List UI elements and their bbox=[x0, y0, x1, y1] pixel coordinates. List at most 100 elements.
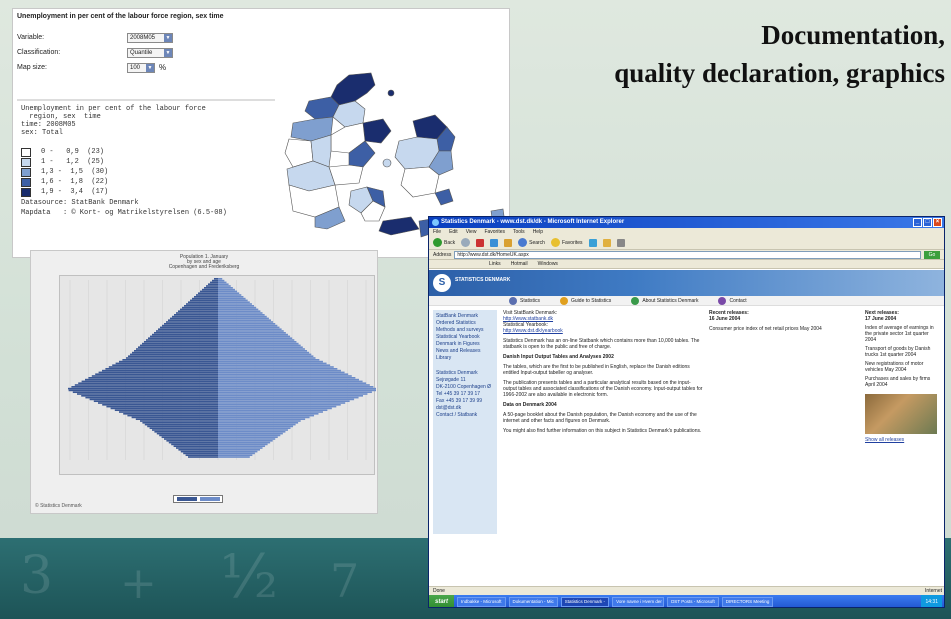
left-nav-item[interactable]: Tel +45 39 17 39 17 bbox=[436, 391, 494, 398]
next-release-item[interactable]: Purchases and sales by firms April 2004 bbox=[865, 376, 941, 388]
taskbar-item[interactable]: Indbakke - Microsoft bbox=[457, 597, 506, 607]
pyramid-bar-men bbox=[81, 395, 218, 397]
left-nav-item[interactable]: Sejrøgade 11 bbox=[436, 377, 494, 384]
start-button[interactable]: start bbox=[429, 595, 455, 607]
map-size-unit: % bbox=[159, 63, 167, 72]
link-hotmail[interactable]: Hotmail bbox=[511, 261, 528, 267]
form-row-classification: Classification: Quantile ▼ bbox=[17, 46, 267, 59]
show-all-releases-link[interactable]: Show all releases bbox=[865, 437, 941, 443]
maximize-button[interactable]: □ bbox=[923, 218, 932, 227]
pyramid-bar-women bbox=[218, 423, 296, 426]
map-size-select[interactable]: 100 ▼ bbox=[127, 62, 155, 73]
pyramid-bar-women bbox=[218, 346, 303, 349]
site-nav-about[interactable]: About Statistics Denmark bbox=[631, 296, 698, 305]
variable-select[interactable]: 2008M05 ▼ bbox=[127, 32, 173, 43]
close-button[interactable]: × bbox=[933, 218, 942, 227]
pyramid-bar-men bbox=[212, 279, 218, 282]
next-release-item[interactable]: New registrations of motor vehicles May … bbox=[865, 361, 941, 373]
search-button[interactable]: Search bbox=[518, 238, 545, 247]
main-heading[interactable]: Data on Denmark 2004 bbox=[503, 402, 703, 408]
taskbar-item[interactable]: DIRECTORS Meeting bbox=[721, 597, 774, 607]
site-nav-statistics[interactable]: Statistics bbox=[509, 296, 540, 305]
left-nav-item[interactable]: Statistical Yearbook bbox=[436, 334, 494, 341]
left-nav-item[interactable]: Fax +45 39 17 39 99 bbox=[436, 398, 494, 405]
left-nav-item[interactable]: Methods and surveys bbox=[436, 327, 494, 334]
taskbar-item[interactable]: Dokumentation - Mic bbox=[508, 597, 558, 607]
pyramid-bar-men bbox=[192, 297, 218, 300]
site-nav-guide[interactable]: Guide to Statistics bbox=[560, 296, 611, 305]
site-nav: Statistics Guide to Statistics About Sta… bbox=[429, 296, 944, 306]
left-nav-item[interactable]: dst@dst.dk bbox=[436, 405, 494, 412]
taskbar-item[interactable]: Statistics Denmark - bbox=[560, 597, 610, 607]
legend-swatch-women bbox=[200, 497, 220, 501]
web-page: S STATISTICS DENMARK Statistics Guide to… bbox=[429, 270, 944, 586]
menu-edit[interactable]: Edit bbox=[449, 228, 458, 236]
search-icon bbox=[518, 238, 528, 247]
left-nav-item[interactable]: StatBank Denmark bbox=[436, 313, 494, 320]
chevron-down-icon[interactable]: ▼ bbox=[164, 48, 172, 57]
chevron-down-icon[interactable]: ▼ bbox=[164, 33, 172, 42]
status-text: Done bbox=[433, 588, 445, 594]
pyramid-bar-women bbox=[218, 368, 338, 370]
pyramid-bar-men bbox=[161, 436, 218, 439]
next-release-item[interactable]: Index of average of earnings in the priv… bbox=[865, 325, 941, 343]
site-logo[interactable]: S bbox=[433, 274, 451, 292]
nav-dot-icon bbox=[560, 296, 569, 305]
yearbook-link[interactable]: http://www.dst.dk/yearbook bbox=[503, 328, 563, 334]
history-icon[interactable] bbox=[588, 238, 597, 247]
pyramid-bar-men bbox=[74, 384, 218, 386]
legend-range: 1 - 1,2 (25) bbox=[41, 158, 105, 166]
menu-help[interactable]: Help bbox=[533, 228, 543, 236]
main-paragraph: Statistics Denmark has an on-line Statba… bbox=[503, 338, 700, 350]
left-nav-item[interactable]: Ordered Statistics bbox=[436, 320, 494, 327]
go-button[interactable]: Go bbox=[924, 250, 940, 259]
mail-icon[interactable] bbox=[602, 238, 611, 247]
refresh-icon[interactable] bbox=[490, 238, 499, 247]
pyramid-svg bbox=[68, 278, 377, 460]
next-release-item[interactable]: Transport of goods by Danish trucks 1st … bbox=[865, 346, 941, 358]
links-label[interactable]: Links bbox=[489, 261, 501, 267]
pyramid-bar-women bbox=[218, 420, 301, 422]
pyramid-bar-men bbox=[144, 341, 218, 343]
menu-view[interactable]: View bbox=[466, 228, 477, 236]
chevron-down-icon[interactable]: ▼ bbox=[146, 63, 154, 72]
recent-release-item[interactable]: Consumer price index of net retail price… bbox=[709, 326, 839, 332]
favorites-button[interactable]: Favorites bbox=[550, 238, 583, 247]
left-nav-item[interactable]: DK-2100 Copenhagen Ø bbox=[436, 384, 494, 391]
pyramid-bar-women bbox=[218, 287, 233, 289]
left-nav-item[interactable]: Statistics Denmark bbox=[436, 370, 494, 377]
address-input[interactable]: http://www.dst.dk/HomeUK.aspx bbox=[454, 250, 921, 259]
back-button[interactable]: Back bbox=[433, 238, 455, 247]
stop-icon[interactable] bbox=[476, 238, 485, 247]
left-nav-item[interactable]: Denmark in Figures bbox=[436, 341, 494, 348]
pyramid-bar-women bbox=[218, 281, 227, 284]
pyramid-bar-women bbox=[218, 306, 257, 309]
divider bbox=[17, 99, 275, 101]
classification-select[interactable]: Quantile ▼ bbox=[127, 47, 173, 58]
address-bar: Address http://www.dst.dk/HomeUK.aspx Go bbox=[429, 250, 944, 260]
menu-tools[interactable]: Tools bbox=[513, 228, 525, 236]
pyramid-bar-women bbox=[218, 373, 349, 376]
home-icon[interactable] bbox=[504, 238, 513, 247]
left-nav-item[interactable]: Library bbox=[436, 355, 494, 362]
pyramid-bar-men bbox=[77, 393, 218, 395]
pyramid-bar-women bbox=[218, 449, 260, 451]
pyramid-bar-men bbox=[93, 400, 218, 403]
left-nav-item[interactable]: Contact / Statbank bbox=[436, 412, 494, 419]
taskbar-item[interactable]: DST Posts - Microsoft bbox=[667, 597, 719, 607]
link-windows[interactable]: Windows bbox=[538, 261, 558, 267]
left-nav-item[interactable]: News and Releases bbox=[436, 348, 494, 355]
minimize-button[interactable]: _ bbox=[913, 218, 922, 227]
site-nav-contact[interactable]: Contact bbox=[718, 296, 747, 305]
browser-window: Statistics Denmark - www.dst.dk/dk - Mic… bbox=[428, 216, 945, 608]
pyramid-bar-men bbox=[198, 292, 218, 295]
forward-arrow-icon[interactable] bbox=[461, 238, 471, 247]
print-icon[interactable] bbox=[616, 238, 625, 247]
pyramid-bar-women bbox=[218, 450, 258, 453]
menu-favorites[interactable]: Favorites bbox=[484, 228, 505, 236]
pyramid-bar-women bbox=[218, 445, 266, 448]
main-heading[interactable]: Danish Input Output Tables and Analyses … bbox=[503, 354, 703, 360]
pyramid-bar-men bbox=[174, 314, 218, 316]
taskbar-item[interactable]: Vore navne i Hvem der bbox=[612, 597, 665, 607]
menu-file[interactable]: File bbox=[433, 228, 441, 236]
